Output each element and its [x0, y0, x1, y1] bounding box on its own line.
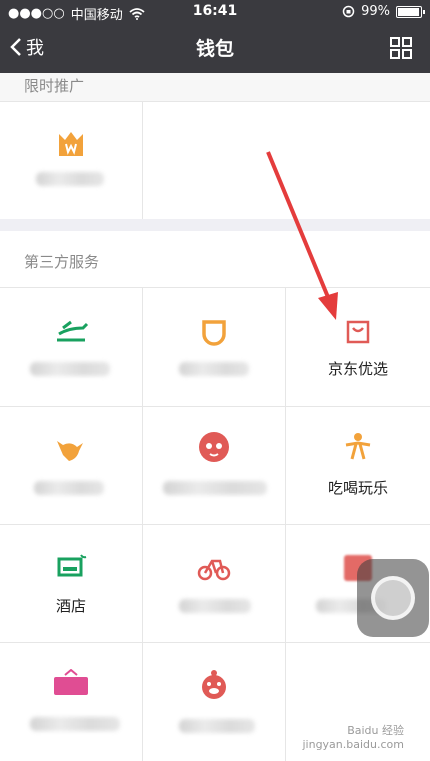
service-food-label: 吃喝玩乐 — [327, 479, 388, 497]
rotation-lock-icon — [342, 5, 355, 18]
bike-icon — [197, 559, 231, 581]
battery-icon — [396, 5, 425, 18]
service-cat[interactable] — [143, 407, 286, 524]
service-row-1: 京东优选 — [0, 287, 430, 406]
train-icon — [57, 320, 89, 342]
empty-cell — [143, 102, 430, 219]
kangaroo-icon — [57, 441, 83, 461]
service-jd[interactable]: 京东优选 — [286, 288, 430, 406]
blurred-label — [34, 481, 104, 495]
status-bar: ●●●○○ 中国移动 16:41 99% — [0, 0, 430, 24]
blurred-label — [179, 599, 251, 613]
service-pig[interactable] — [143, 643, 286, 761]
crown-icon — [59, 132, 83, 156]
wallet-content: 限时推广 第三方服务 京东优选 吃喝玩乐 酒店 — [0, 73, 430, 761]
service-bike[interactable] — [143, 525, 286, 642]
page-title: 钱包 — [195, 38, 234, 60]
blurred-label — [30, 362, 110, 376]
cat-icon — [199, 432, 229, 462]
pig-icon — [202, 670, 226, 699]
section-header-limited: 限时推广 — [0, 73, 430, 101]
grid-menu-icon[interactable] — [390, 37, 412, 59]
service-limited-promo[interactable] — [0, 102, 143, 219]
service-didi[interactable] — [143, 288, 286, 406]
assistive-touch-icon — [371, 576, 415, 620]
section-gap — [0, 219, 430, 231]
service-jd-label: 京东优选 — [327, 360, 388, 378]
shop-bag-icon — [346, 320, 370, 344]
service-row-2: 吃喝玩乐 — [0, 406, 430, 524]
watermark: Baidu 经验 jingyan.baidu.com — [302, 724, 404, 751]
blurred-label — [179, 362, 249, 376]
sale-tag-icon — [54, 669, 88, 695]
top-bar: ●●●○○ 中国移动 16:41 99% 我 钱包 — [0, 0, 430, 73]
section-header-third-party: 第三方服务 — [0, 231, 430, 287]
blurred-label — [36, 172, 104, 186]
bed-icon — [57, 554, 87, 577]
blurred-label — [30, 717, 120, 731]
service-hotel-label: 酒店 — [55, 597, 86, 615]
service-kangaroo[interactable] — [0, 407, 143, 524]
service-food[interactable]: 吃喝玩乐 — [286, 407, 430, 524]
service-train[interactable] — [0, 288, 143, 406]
battery-text: 99% — [361, 4, 390, 19]
didi-icon — [202, 320, 226, 346]
nav-bar: 我 钱包 — [0, 24, 430, 73]
service-sale[interactable] — [0, 643, 143, 761]
person-icon — [345, 433, 371, 460]
assistive-touch-button[interactable] — [357, 559, 429, 637]
service-hotel[interactable]: 酒店 — [0, 525, 143, 642]
blurred-label — [179, 719, 255, 733]
blurred-label — [163, 481, 267, 495]
limited-row — [0, 101, 430, 219]
